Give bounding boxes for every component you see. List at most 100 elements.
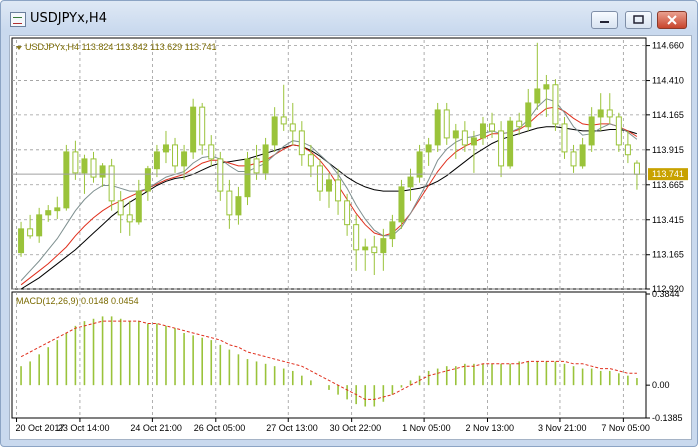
candle (479, 116, 486, 145)
macd-y-tick-label: -0.1385 (652, 413, 683, 423)
candle (226, 179, 233, 229)
candle-body (579, 144, 586, 167)
candle-body (153, 151, 160, 170)
candle (588, 107, 595, 152)
candle-body (298, 130, 305, 156)
candle-body (489, 123, 496, 132)
candle-body (425, 144, 432, 153)
candle-body (398, 186, 405, 223)
chart-canvas[interactable]: 114.660 114.410 114.165 113.915 113.665 113.4… (10, 36, 691, 439)
candle (326, 172, 332, 208)
candle-body (588, 116, 595, 146)
candle (172, 137, 179, 173)
price-y-tick-label: 114.165 (652, 110, 684, 120)
window-title: USDJPYx,H4 (30, 11, 107, 26)
minimize-button[interactable] (591, 11, 618, 29)
candle (162, 130, 169, 164)
candle-body (135, 190, 142, 223)
candle-body (235, 196, 242, 216)
close-button[interactable] (657, 11, 687, 29)
candle-body (181, 151, 188, 167)
time-tick-label: 1 Nov 05:00 (402, 423, 451, 433)
macd-y-tick-label: 0.3844 (652, 289, 680, 299)
candle-body (371, 246, 378, 254)
candle (425, 137, 432, 166)
candle (316, 158, 323, 201)
candle-body (443, 109, 450, 139)
candle-body (335, 179, 342, 202)
candle-body (126, 214, 133, 223)
price-y-tick-label: 113.665 (652, 180, 684, 190)
candle (262, 137, 269, 180)
candle-body (117, 200, 124, 216)
price-y-tick-label: 114.660 (652, 41, 684, 51)
candle (135, 179, 142, 225)
candle-body (27, 228, 34, 237)
candle-body (36, 214, 43, 237)
candle (289, 102, 296, 145)
candle (371, 235, 378, 276)
candle (271, 107, 278, 152)
candle (144, 165, 151, 201)
price-info-line: USDJPYx,H4 113.824 113.842 113.629 113.7… (25, 42, 216, 52)
candle (217, 151, 224, 201)
candle (18, 221, 25, 257)
candle (54, 196, 61, 220)
chart-area[interactable]: 114.660 114.410 114.165 113.915 113.665 113.4… (9, 35, 692, 440)
candle-body (326, 179, 332, 192)
candle-body (271, 116, 278, 146)
minimize-icon (600, 21, 609, 23)
candle (63, 144, 70, 211)
candle (443, 102, 450, 145)
candle-body (45, 210, 52, 216)
candle (280, 84, 287, 131)
candle-body (561, 123, 568, 153)
candle-body (615, 116, 622, 146)
candle (624, 130, 631, 164)
candle-body (552, 84, 559, 125)
candle-body (597, 109, 604, 118)
candle-body (344, 200, 351, 226)
candle-body (144, 168, 151, 192)
candle-body (244, 158, 251, 198)
candle-body (289, 123, 296, 132)
candle (543, 74, 550, 117)
candle-body (434, 109, 441, 146)
maximize-button[interactable] (625, 11, 652, 29)
title-bar[interactable]: USDJPYx,H4 (1, 1, 697, 35)
candle-body (606, 109, 613, 118)
time-tick-label: 2 Nov 13:00 (466, 423, 515, 433)
macd-info-line: MACD(12,26,9) 0.0148 0.0454 (16, 296, 139, 306)
candle (353, 214, 360, 271)
price-y-tick-label: 113.415 (652, 215, 684, 225)
candle (36, 207, 43, 243)
candle-body (525, 102, 532, 128)
candle (199, 102, 206, 155)
candle (99, 163, 106, 187)
candle-body (262, 144, 269, 174)
candle-body (162, 144, 169, 153)
candle (516, 112, 523, 136)
candle (507, 116, 514, 169)
candle-body (479, 123, 486, 139)
candle (561, 116, 568, 159)
candle-body (72, 151, 79, 174)
chart-window-icon (10, 12, 26, 27)
close-icon (667, 15, 677, 25)
candle (597, 93, 604, 131)
current-price-tag-label: 113.741 (652, 169, 684, 179)
candle-body (534, 88, 541, 104)
candle (570, 144, 577, 173)
candle-body (18, 228, 25, 254)
candle-body (307, 154, 314, 167)
candle (235, 186, 242, 225)
candle (335, 168, 342, 215)
candle-body (199, 106, 206, 146)
candle-body (407, 176, 414, 188)
candle (244, 151, 251, 206)
time-tick-label: 23 Oct 14:00 (58, 423, 110, 433)
candle-body (416, 151, 423, 178)
candle-body (498, 130, 505, 167)
candle (416, 144, 423, 183)
candle (90, 151, 97, 183)
